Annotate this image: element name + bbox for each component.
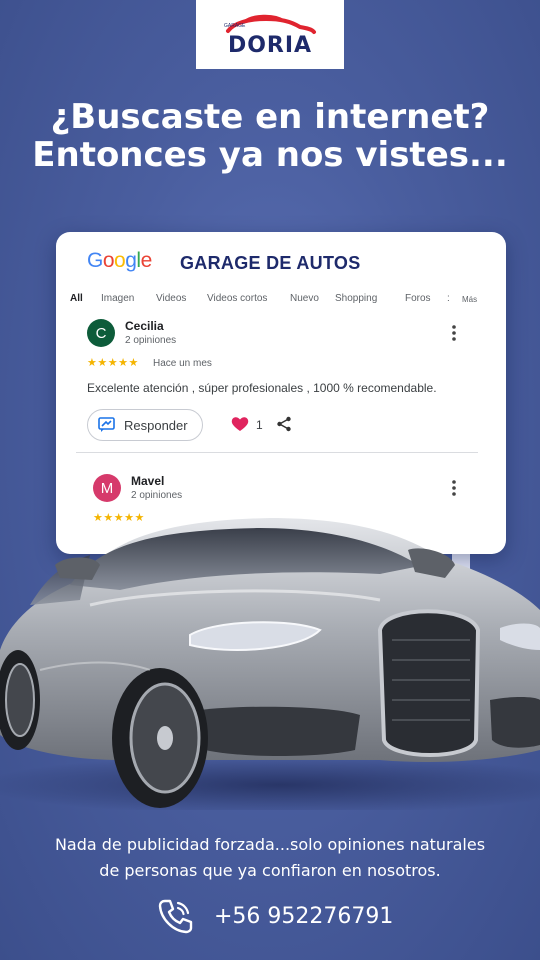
reviewer-review-count: 2 opiniones	[125, 335, 177, 346]
tab-mas[interactable]: Más	[462, 295, 477, 304]
tab-all[interactable]: All	[70, 293, 83, 304]
brand-small-text: GARAGE	[224, 23, 246, 29]
footer-line-1: Nada de publicidad forzada...solo opinio…	[54, 835, 486, 854]
search-tabs: All Imagen Videos Videos cortos Nuevo Sh…	[70, 293, 500, 309]
car-illustration	[0, 518, 540, 810]
google-logo: Google	[87, 249, 152, 273]
google-logo-letter: o	[102, 249, 115, 272]
headline: ¿Buscaste en internet? Entonces ya nos v…	[0, 98, 540, 174]
review-date: Hace un mes	[153, 358, 212, 369]
review-divider	[76, 452, 478, 453]
google-logo-letter: o	[114, 249, 126, 272]
reply-button-label: Responder	[124, 417, 188, 433]
more-vert-icon[interactable]	[451, 325, 457, 341]
tab-separator: :	[447, 293, 450, 304]
reply-icon	[98, 417, 115, 432]
reply-button[interactable]: Responder	[87, 409, 203, 441]
google-search-card: Google GARAGE DE AUTOS All Imagen Videos…	[56, 232, 506, 554]
headline-line-1: ¿Buscaste en internet?	[50, 97, 490, 137]
reviewer-name[interactable]: Cecilia	[125, 319, 164, 333]
tab-videos-cortos[interactable]: Videos cortos	[207, 293, 267, 304]
share-icon[interactable]	[276, 416, 292, 437]
like-count: 1	[256, 418, 263, 432]
headline-line-2: Entonces ya nos vistes...	[32, 135, 508, 175]
footer-line-2: de personas que ya confiaron en nosotros…	[99, 861, 441, 880]
brand-logo: GARAGE DORIA	[196, 0, 344, 69]
tab-nuevo[interactable]: Nuevo	[290, 293, 319, 304]
reviewer-review-count: 2 opiniones	[131, 490, 183, 501]
tab-shopping[interactable]: Shopping	[335, 293, 377, 304]
avatar: C	[87, 319, 115, 347]
more-vert-icon[interactable]	[451, 480, 457, 496]
tab-imagen[interactable]: Imagen	[101, 293, 134, 304]
tab-videos[interactable]: Videos	[156, 293, 186, 304]
search-query-title: GARAGE DE AUTOS	[180, 253, 361, 273]
google-logo-letter: e	[140, 249, 153, 272]
phone-contact[interactable]: +56 952276791	[156, 896, 393, 936]
phone-icon	[158, 899, 193, 934]
google-logo-letter: g	[125, 249, 137, 272]
heart-icon[interactable]	[231, 416, 249, 437]
footer-message: Nada de publicidad forzada...solo opinio…	[0, 832, 540, 884]
reviewer-name[interactable]: Mavel	[131, 474, 164, 488]
google-logo-letter: G	[87, 249, 103, 272]
tab-foros[interactable]: Foros	[405, 293, 431, 304]
review-text: Excelente atención , súper profesionales…	[87, 381, 437, 395]
avatar: M	[93, 474, 121, 502]
phone-number[interactable]: +56 952276791	[214, 904, 393, 929]
brand-name: DORIA	[227, 33, 313, 58]
star-rating: ★★★★★	[87, 357, 139, 369]
